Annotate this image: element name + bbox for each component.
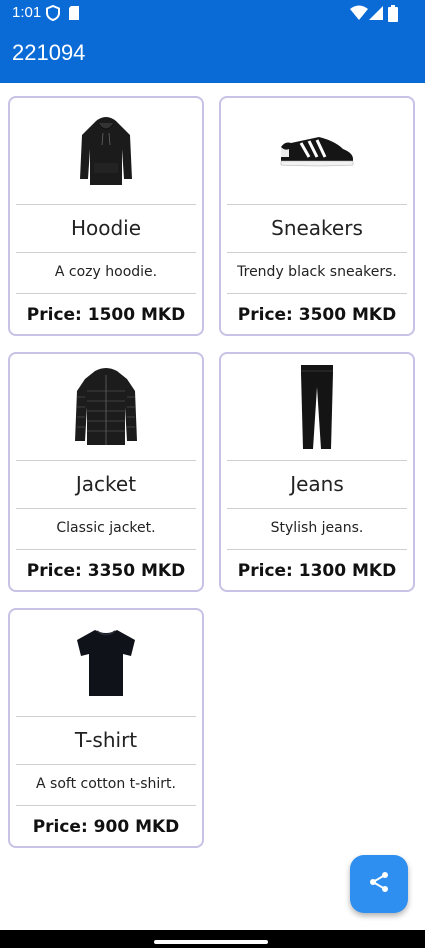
home-handle[interactable] (154, 940, 268, 944)
product-name: Jeans (290, 472, 344, 496)
divider (227, 293, 407, 294)
divider (16, 508, 196, 509)
divider (16, 764, 196, 765)
divider (227, 460, 407, 461)
product-price: Price: 900 MKD (32, 817, 180, 837)
product-description: Trendy black sneakers. (237, 264, 397, 280)
product-price: Price: 3350 MKD (26, 561, 186, 581)
divider (227, 252, 407, 253)
battery-icon (388, 5, 398, 26)
product-name: Jacket (75, 472, 137, 496)
tshirt-image (10, 610, 202, 716)
navigation-bar (0, 930, 425, 948)
divider (16, 716, 196, 717)
product-card-sneakers[interactable]: Sneakers Trendy black sneakers. Price: 3… (219, 96, 415, 336)
divider (16, 460, 196, 461)
product-name: T-shirt (74, 728, 138, 752)
product-card-jacket[interactable]: Jacket Classic jacket. Price: 3350 MKD (8, 352, 204, 592)
jacket-image (10, 354, 202, 460)
app-bar: 221094 (0, 28, 425, 83)
jeans-image (221, 354, 413, 460)
product-card-tshirt[interactable]: T-shirt A soft cotton t-shirt. Price: 90… (8, 608, 204, 848)
product-price: Price: 3500 MKD (237, 305, 397, 325)
divider (16, 204, 196, 205)
sd-card-icon (68, 5, 80, 25)
signal-icon (368, 5, 384, 25)
product-description: Classic jacket. (56, 520, 156, 536)
hoodie-image (10, 98, 202, 204)
divider (227, 549, 407, 550)
divider (16, 549, 196, 550)
product-description: Stylish jeans. (270, 520, 364, 536)
share-button[interactable] (350, 855, 408, 913)
product-price: Price: 1500 MKD (26, 305, 186, 325)
divider (16, 293, 196, 294)
product-description: A cozy hoodie. (54, 264, 158, 280)
page-title: 221094 (12, 40, 86, 65)
product-name: Hoodie (70, 216, 142, 240)
product-price: Price: 1300 MKD (237, 561, 397, 581)
shield-icon (46, 4, 60, 25)
product-name: Sneakers (271, 216, 363, 240)
share-icon (368, 871, 390, 897)
divider (16, 252, 196, 253)
divider (227, 508, 407, 509)
wifi-icon (350, 5, 368, 25)
product-card-hoodie[interactable]: Hoodie A cozy hoodie. Price: 1500 MKD (8, 96, 204, 336)
product-description: A soft cotton t-shirt. (36, 776, 176, 792)
status-bar: 1:01 (0, 0, 425, 28)
sneakers-image (221, 98, 413, 204)
product-card-jeans[interactable]: Jeans Stylish jeans. Price: 1300 MKD (219, 352, 415, 592)
status-time: 1:01 (12, 4, 42, 21)
divider (16, 805, 196, 806)
divider (227, 204, 407, 205)
